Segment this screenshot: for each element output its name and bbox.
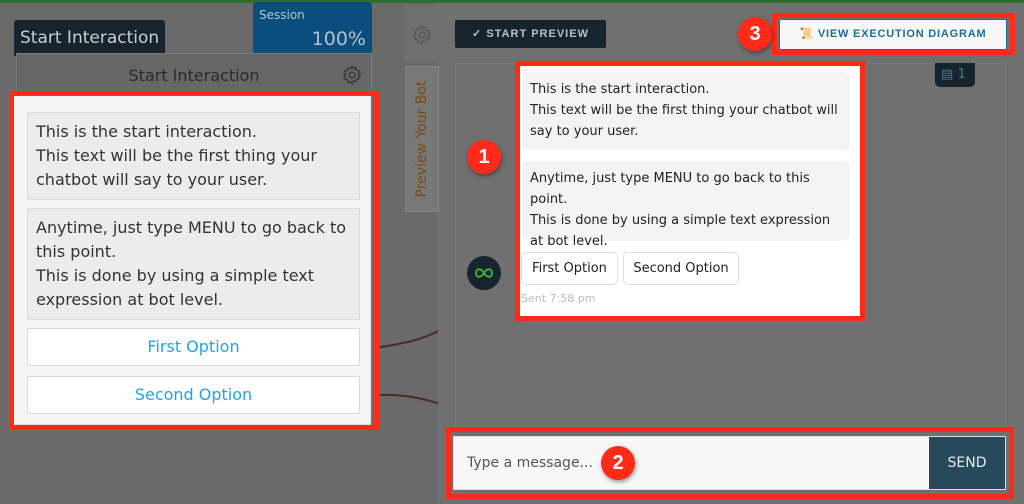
annotation-badge-1: 1 bbox=[467, 140, 501, 174]
message-composer: SEND bbox=[453, 436, 1006, 490]
message-input[interactable] bbox=[454, 437, 932, 489]
start-preview-button[interactable]: ✓ START PREVIEW bbox=[455, 20, 606, 48]
send-button[interactable]: SEND bbox=[929, 437, 1005, 489]
bot-avatar bbox=[467, 256, 501, 290]
highlight-node-content bbox=[9, 91, 379, 430]
log-counter[interactable]: ▤ 1 bbox=[935, 63, 975, 87]
start-preview-label: START PREVIEW bbox=[486, 28, 589, 40]
session-value: 100% bbox=[311, 28, 366, 50]
counter-value: 1 bbox=[957, 67, 966, 82]
tab-preview-label: Preview Your Bot bbox=[414, 80, 430, 198]
settings-tab[interactable] bbox=[405, 6, 439, 62]
view-execution-diagram-button[interactable]: 📜 VIEW EXECUTION DIAGRAM bbox=[779, 19, 1007, 50]
scroll-icon: 📜 bbox=[799, 28, 815, 40]
gear-icon bbox=[412, 25, 432, 45]
sent-timestamp: Sent 7:58 pm bbox=[521, 292, 596, 305]
chat-bubble-2: Anytime, just type MENU to go back to th… bbox=[522, 161, 850, 249]
node-tab[interactable]: Start Interaction bbox=[14, 20, 165, 56]
document-icon: ▤ bbox=[941, 67, 954, 82]
annotation-badge-2: 2 bbox=[601, 446, 635, 480]
view-execution-label: VIEW EXECUTION DIAGRAM bbox=[817, 28, 987, 40]
node-title: Start Interaction bbox=[128, 66, 260, 85]
infinity-logo-icon bbox=[474, 268, 494, 278]
check-icon: ✓ bbox=[472, 28, 483, 40]
session-label: Session bbox=[259, 8, 305, 22]
chat-option-first[interactable]: First Option bbox=[521, 252, 618, 285]
session-badge: Session 100% bbox=[253, 2, 372, 56]
chat-option-second[interactable]: Second Option bbox=[623, 252, 739, 285]
chat-bubble-1: This is the start interaction. This text… bbox=[522, 72, 850, 150]
connector-lines bbox=[379, 329, 440, 405]
tab-preview-your-bot[interactable]: Preview Your Bot bbox=[405, 66, 439, 212]
gear-icon[interactable] bbox=[341, 64, 363, 86]
annotation-badge-3: 3 bbox=[738, 17, 772, 51]
